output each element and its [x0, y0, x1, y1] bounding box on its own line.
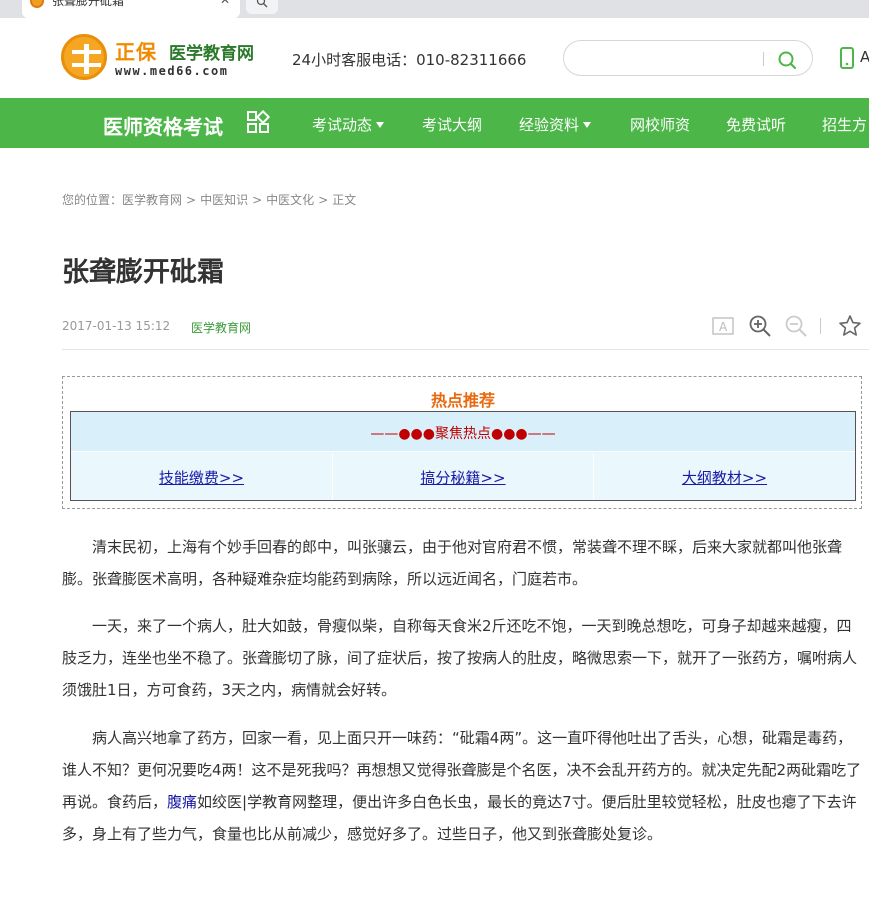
- font-size-icon[interactable]: A: [711, 314, 735, 338]
- mobile-app-label[interactable]: A: [860, 48, 869, 66]
- article-paragraph: 病人高兴地拿了药方，回家一看，见上面只开一味药：“砒霜4两”。这一直吓得他吐出了…: [62, 729, 862, 843]
- grid-menu-icon[interactable]: [246, 110, 270, 134]
- search-icon: [256, 0, 268, 8]
- search-button-icon[interactable]: [776, 49, 798, 71]
- site-header: 正保 医学教育网 www.med66.com 24小时客服电话：010-8231…: [0, 18, 869, 98]
- browser-tab[interactable]: 张聋膨开砒霜 ✕: [22, 0, 240, 18]
- nav-item-enrollment[interactable]: 招生方: [822, 114, 867, 135]
- hot-focus-banner-text: ——●●●聚焦热点●●●——: [370, 426, 556, 442]
- hot-recommend-title: 热点推荐: [430, 391, 495, 410]
- hot-link-syllabus-books[interactable]: 大纲教材>>: [594, 467, 855, 488]
- service-hotline: 24小时客服电话：010-82311666: [292, 51, 527, 69]
- tab-search-button[interactable]: [246, 0, 278, 14]
- page-title: 张聋膨开砒霜: [62, 257, 224, 288]
- svg-text:A: A: [719, 320, 728, 334]
- article-source[interactable]: 医学教育网: [191, 319, 251, 336]
- meta-divider: [62, 349, 869, 350]
- logo-brand-text: 正保: [115, 40, 157, 64]
- caret-down-icon: [376, 122, 385, 128]
- nav-channel-title[interactable]: 医师资格考试: [103, 111, 223, 140]
- keyword-link-abdominal-pain[interactable]: 腹痛: [167, 793, 197, 811]
- tab-close-icon[interactable]: ✕: [220, 0, 230, 7]
- search-divider: [763, 52, 764, 66]
- hot-link-cell: 搞分秘籍>>: [332, 453, 593, 500]
- mobile-app-icon[interactable]: [840, 47, 854, 69]
- nav-item-syllabus[interactable]: 考试大纲: [422, 114, 482, 135]
- browser-tab-strip: 张聋膨开砒霜 ✕: [0, 0, 869, 18]
- hot-link-cell: 大纲教材>>: [593, 453, 855, 500]
- breadcrumb-separator: >: [186, 193, 197, 207]
- article-paragraph: 清末民初，上海有个妙手回春的郎中，叫张骧云，由于他对官府君不惯，常装聋不理不睬，…: [62, 538, 843, 588]
- nav-item-teachers[interactable]: 网校师资: [630, 114, 690, 135]
- toolbar-divider: [820, 318, 821, 334]
- breadcrumb-separator: >: [252, 193, 263, 207]
- breadcrumb-prefix: 您的位置：: [62, 193, 123, 207]
- logo-url-text: www.med66.com: [115, 64, 229, 78]
- star-icon[interactable]: [838, 314, 862, 338]
- logo-site-text: 医学教育网: [169, 44, 254, 64]
- logo-emblem-icon: [61, 34, 107, 80]
- hot-link-cell: 技能缴费>>: [71, 453, 332, 500]
- zoom-in-icon[interactable]: [748, 314, 772, 338]
- caret-down-icon: [583, 122, 592, 128]
- search-input[interactable]: [563, 40, 813, 76]
- breadcrumb-item-current: 正文: [332, 193, 357, 207]
- nav-item-free-trial[interactable]: 免费试听: [726, 114, 786, 135]
- breadcrumb-separator: >: [318, 193, 329, 207]
- browser-tab-title: 张聋膨开砒霜: [52, 0, 125, 8]
- site-logo[interactable]: 正保 医学教育网 www.med66.com: [61, 34, 254, 84]
- nav-item-materials[interactable]: 经验资料: [519, 114, 592, 135]
- site-favicon-icon: [30, 0, 44, 8]
- hot-link-skill-fee[interactable]: 技能缴费>>: [71, 467, 332, 488]
- hot-focus-banner: ——●●●聚焦热点●●●——: [71, 412, 855, 452]
- zoom-out-icon[interactable]: [784, 314, 808, 338]
- main-nav: 医师资格考试 考试动态 考试大纲 经验资料 网校师资 免费试听 招生方: [0, 98, 869, 148]
- publish-date: 2017-01-13 15:12: [62, 319, 171, 333]
- nav-item-exam-news[interactable]: 考试动态: [312, 114, 385, 135]
- breadcrumb-item-home[interactable]: 医学教育网: [122, 193, 182, 207]
- breadcrumb-item-tcm-knowledge[interactable]: 中医知识: [200, 193, 248, 207]
- breadcrumb: 您的位置：医学教育网 > 中医知识 > 中医文化 > 正文: [62, 191, 356, 208]
- hot-link-score-tips[interactable]: 搞分秘籍>>: [333, 467, 593, 488]
- article-paragraph: 一天，来了一个病人，肚大如鼓，骨瘦似柴，自称每天食米2斤还吃不饱，一天到晚总想吃…: [62, 617, 858, 699]
- hot-recommend-table: ——●●●聚焦热点●●●—— 技能缴费>> 搞分秘籍>> 大纲教材>>: [70, 411, 856, 501]
- hot-recommend-box: 热点推荐 ——●●●聚焦热点●●●—— 技能缴费>> 搞分秘籍>> 大纲教材>>: [62, 376, 862, 509]
- breadcrumb-item-tcm-culture[interactable]: 中医文化: [266, 193, 314, 207]
